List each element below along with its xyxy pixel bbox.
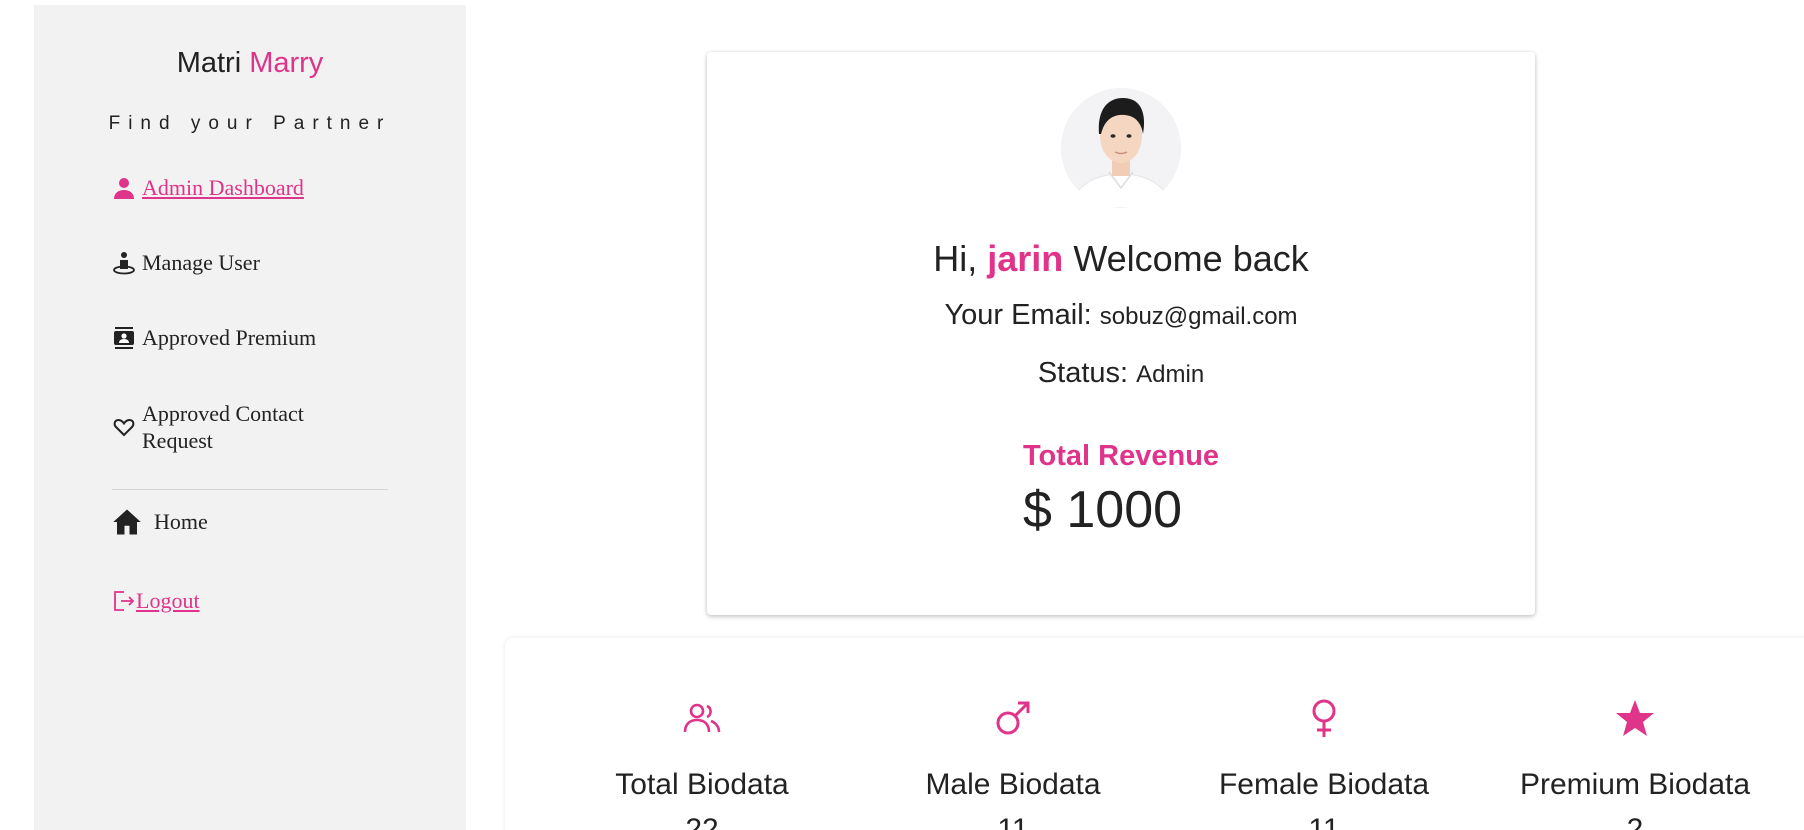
- avatar: [1061, 88, 1181, 208]
- female-icon: [1304, 698, 1344, 738]
- male-icon: [993, 698, 1033, 738]
- stat-value: 2: [1626, 813, 1644, 830]
- stat-value: 22: [685, 813, 719, 830]
- sidebar-item-admin-dashboard[interactable]: Admin Dashboard: [112, 175, 304, 201]
- sidebar-item-label: Manage User: [142, 250, 260, 275]
- stat-value: 11: [1308, 813, 1340, 830]
- email-row: Your Email: sobuz@gmail.com: [707, 299, 1535, 332]
- email-value: sobuz@gmail.com: [1099, 303, 1298, 330]
- user-manage-icon: [112, 251, 136, 275]
- sidebar-item-label: Approved Premium: [142, 325, 317, 350]
- brand-name-part2: Marry: [249, 47, 324, 79]
- brand-name-part1: Matri: [176, 47, 242, 79]
- home-icon: [112, 507, 142, 537]
- sidebar-item-approved-contact-request[interactable]: Approved Contact Request: [112, 400, 362, 454]
- user-name: jarin: [987, 238, 1064, 279]
- profile-card: Hi, jarin Welcome back Your Email: sobuz…: [707, 52, 1535, 615]
- greeting-suffix: Welcome back: [1073, 238, 1309, 279]
- sidebar-item-label: Admin Dashboard: [142, 175, 304, 200]
- email-label: Your Email:: [944, 299, 1092, 331]
- user-icon: [112, 176, 136, 200]
- brand-tagline: Find your Partner: [108, 113, 392, 134]
- heart-icon: [112, 415, 136, 439]
- status-value: Admin: [1136, 361, 1205, 388]
- contact-card-icon: [112, 326, 136, 350]
- sidebar-item-manage-user[interactable]: Manage User: [112, 250, 260, 276]
- welcome-heading: Hi, jarin Welcome back: [707, 238, 1535, 280]
- greeting-prefix: Hi,: [933, 238, 978, 279]
- sidebar-item-approved-premium[interactable]: Approved Premium: [112, 325, 316, 351]
- total-revenue-value: $ 1000: [1023, 481, 1183, 539]
- sidebar-item-logout[interactable]: Logout: [112, 588, 200, 614]
- sidebar-item-label: Home: [154, 509, 208, 534]
- status-row: Status: Admin: [707, 357, 1535, 390]
- status-label: Status:: [1037, 357, 1129, 389]
- stat-label: Female Biodata: [1218, 768, 1430, 801]
- stats-card: Total Biodata 22 Male Biodata 11 Female …: [505, 638, 1804, 830]
- sidebar: Matri Marry Find your Partner Admin Dash…: [34, 5, 466, 830]
- star-icon: [1615, 698, 1655, 738]
- sidebar-item-label: Approved Contact Request: [142, 401, 304, 453]
- sidebar-item-label: Logout: [136, 588, 200, 613]
- logout-icon: [112, 589, 136, 613]
- stat-label: Male Biodata: [925, 768, 1101, 801]
- brand-logo[interactable]: Matri Marry: [34, 47, 466, 80]
- sidebar-divider: [112, 489, 388, 490]
- total-revenue-label: Total Revenue: [1022, 440, 1220, 472]
- stat-label: Total Biodata: [615, 768, 789, 801]
- users-icon: [682, 698, 722, 738]
- stat-value: 11: [997, 813, 1029, 830]
- sidebar-item-home[interactable]: Home: [112, 507, 208, 537]
- stat-label: Premium Biodata: [1519, 768, 1751, 801]
